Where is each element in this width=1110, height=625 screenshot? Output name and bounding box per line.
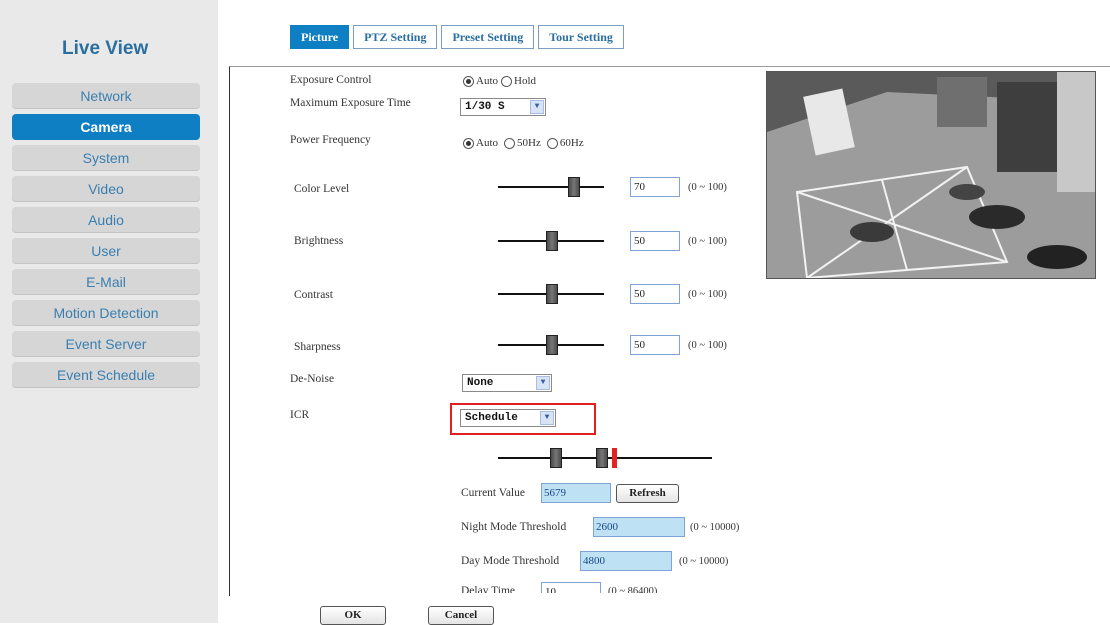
- day-threshold-thumb[interactable]: [596, 448, 608, 468]
- icr-threshold-slider[interactable]: [498, 448, 712, 468]
- tab-preset-setting[interactable]: Preset Setting: [441, 25, 535, 49]
- day-threshold-range: (0 ~ 10000): [679, 556, 729, 567]
- sidebar-item-audio[interactable]: Audio: [12, 207, 200, 233]
- slider-track: [498, 186, 604, 188]
- power-60hz-radio[interactable]: [546, 137, 558, 149]
- current-value-field: 5679: [541, 483, 611, 503]
- chevron-down-icon: ▼: [530, 100, 544, 114]
- cancel-button[interactable]: Cancel: [428, 606, 494, 625]
- exposure-control-radios: Auto Hold: [460, 75, 536, 87]
- sidebar-item-motion-detection[interactable]: Motion Detection: [12, 300, 200, 326]
- brightness-label: Brightness: [294, 235, 344, 247]
- power-frequency-radios: Auto 50Hz 60Hz: [460, 137, 584, 149]
- sidebar-item-network[interactable]: Network: [12, 83, 200, 109]
- chevron-down-icon: ▼: [540, 411, 554, 425]
- color-level-slider[interactable]: [498, 177, 604, 197]
- icr-label: ICR: [290, 409, 310, 421]
- de-noise-select[interactable]: None ▼: [462, 374, 552, 392]
- contrast-slider[interactable]: [498, 284, 604, 304]
- max-exposure-label: Maximum Exposure Time: [290, 97, 411, 109]
- ok-button[interactable]: OK: [320, 606, 386, 625]
- de-noise-value: None: [467, 377, 494, 389]
- night-threshold-thumb[interactable]: [550, 448, 562, 468]
- color-level-label: Color Level: [294, 183, 350, 195]
- slider-thumb[interactable]: [546, 231, 558, 251]
- night-threshold-range: (0 ~ 10000): [690, 522, 740, 533]
- sidebar-item-user[interactable]: User: [12, 238, 200, 264]
- slider-thumb[interactable]: [568, 177, 580, 197]
- camera-preview-image: [766, 71, 1096, 279]
- sidebar-item-email[interactable]: E-Mail: [12, 269, 200, 295]
- night-threshold-input[interactable]: 2600: [593, 517, 685, 537]
- color-level-input[interactable]: 70: [630, 177, 680, 197]
- sidebar-item-system[interactable]: System: [12, 145, 200, 171]
- refresh-button[interactable]: Refresh: [616, 484, 679, 503]
- sidebar-item-event-schedule[interactable]: Event Schedule: [12, 362, 200, 388]
- slider-thumb[interactable]: [546, 335, 558, 355]
- exposure-auto-radio[interactable]: [463, 75, 474, 87]
- de-noise-label: De-Noise: [290, 373, 335, 385]
- exposure-hold-label: Hold: [514, 75, 536, 87]
- color-level-range: (0 ~ 100): [688, 182, 727, 193]
- power-50hz-label: 50Hz: [517, 137, 541, 149]
- contrast-input[interactable]: 50: [630, 284, 680, 304]
- contrast-label: Contrast: [294, 289, 333, 301]
- live-view-link[interactable]: Live View: [62, 38, 148, 60]
- tab-ptz-setting[interactable]: PTZ Setting: [353, 25, 438, 49]
- day-threshold-label: Day Mode Threshold: [461, 555, 560, 567]
- exposure-control-label: Exposure Control: [290, 74, 372, 86]
- sharpness-label: Sharpness: [294, 341, 341, 353]
- icr-select[interactable]: Schedule ▼: [460, 409, 556, 427]
- sharpness-range: (0 ~ 100): [688, 340, 727, 351]
- settings-tabs: Picture PTZ Setting Preset Setting Tour …: [290, 25, 628, 49]
- tab-tour-setting[interactable]: Tour Setting: [538, 25, 624, 49]
- icr-value: Schedule: [465, 412, 518, 424]
- power-auto-radio[interactable]: [463, 137, 474, 149]
- current-value-marker: [612, 448, 617, 468]
- brightness-range: (0 ~ 100): [688, 236, 727, 247]
- max-exposure-select[interactable]: 1/30 S ▼: [460, 98, 546, 116]
- day-threshold-input[interactable]: 4800: [580, 551, 672, 571]
- bottom-action-bar: OK Cancel: [218, 596, 1110, 625]
- contrast-range: (0 ~ 100): [688, 289, 727, 300]
- power-auto-label: Auto: [476, 137, 498, 149]
- sharpness-slider[interactable]: [498, 335, 604, 355]
- power-frequency-label: Power Frequency: [290, 134, 371, 146]
- slider-thumb[interactable]: [546, 284, 558, 304]
- night-threshold-label: Night Mode Threshold: [461, 521, 567, 533]
- tab-picture[interactable]: Picture: [290, 25, 350, 49]
- exposure-auto-label: Auto: [476, 75, 498, 87]
- street-scene-image: [767, 72, 1095, 278]
- power-60hz-label: 60Hz: [559, 137, 584, 149]
- power-50hz-radio[interactable]: [504, 137, 515, 149]
- sidebar-item-camera[interactable]: Camera: [12, 114, 200, 140]
- brightness-slider[interactable]: [498, 231, 604, 251]
- sidebar-item-video[interactable]: Video: [12, 176, 200, 202]
- exposure-hold-radio[interactable]: [501, 75, 512, 87]
- current-value-label: Current Value: [461, 487, 525, 499]
- sidebar-item-event-server[interactable]: Event Server: [12, 331, 200, 357]
- chevron-down-icon: ▼: [536, 376, 550, 390]
- brightness-input[interactable]: 50: [630, 231, 680, 251]
- sidebar: Live View Network Camera System Video Au…: [0, 0, 218, 623]
- max-exposure-value: 1/30 S: [465, 101, 505, 113]
- sharpness-input[interactable]: 50: [630, 335, 680, 355]
